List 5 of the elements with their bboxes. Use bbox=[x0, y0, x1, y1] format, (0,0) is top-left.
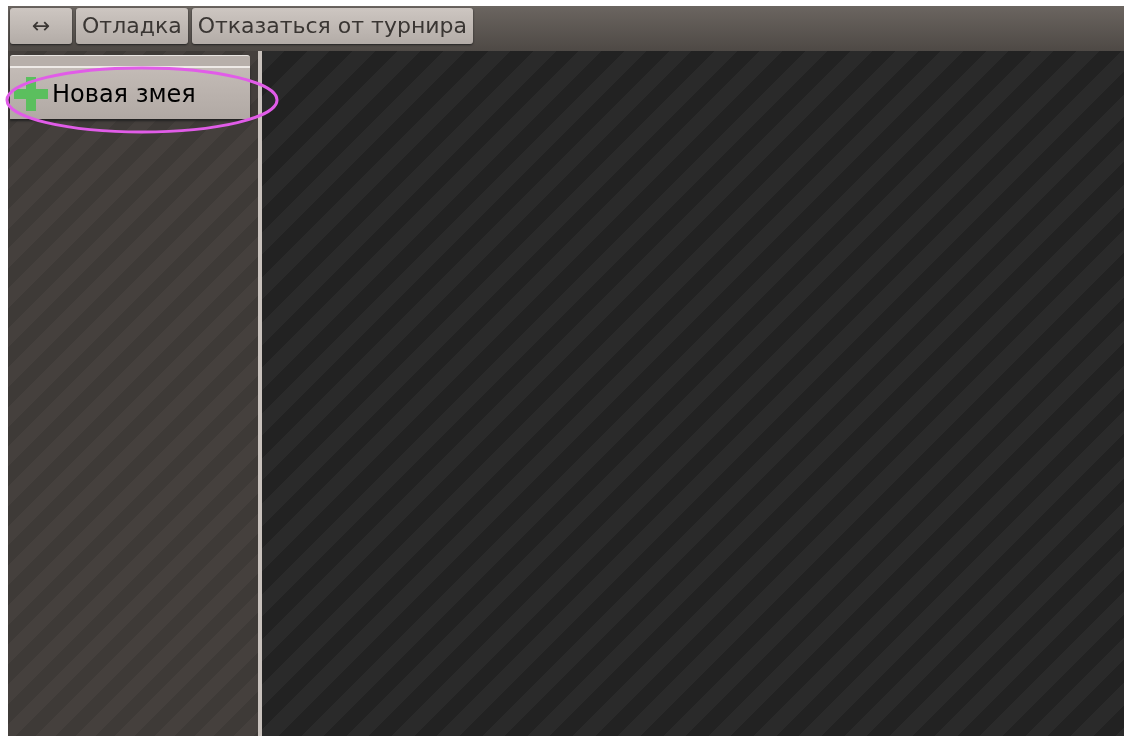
toolbar-button[interactable]: ↔ bbox=[10, 8, 72, 44]
toolbar-button[interactable]: Отказаться от турнира bbox=[191, 8, 474, 44]
toolbar-button[interactable]: Отладка bbox=[76, 8, 188, 44]
new-snake-button[interactable]: Новая змея bbox=[10, 66, 250, 119]
plus-icon bbox=[14, 76, 48, 111]
